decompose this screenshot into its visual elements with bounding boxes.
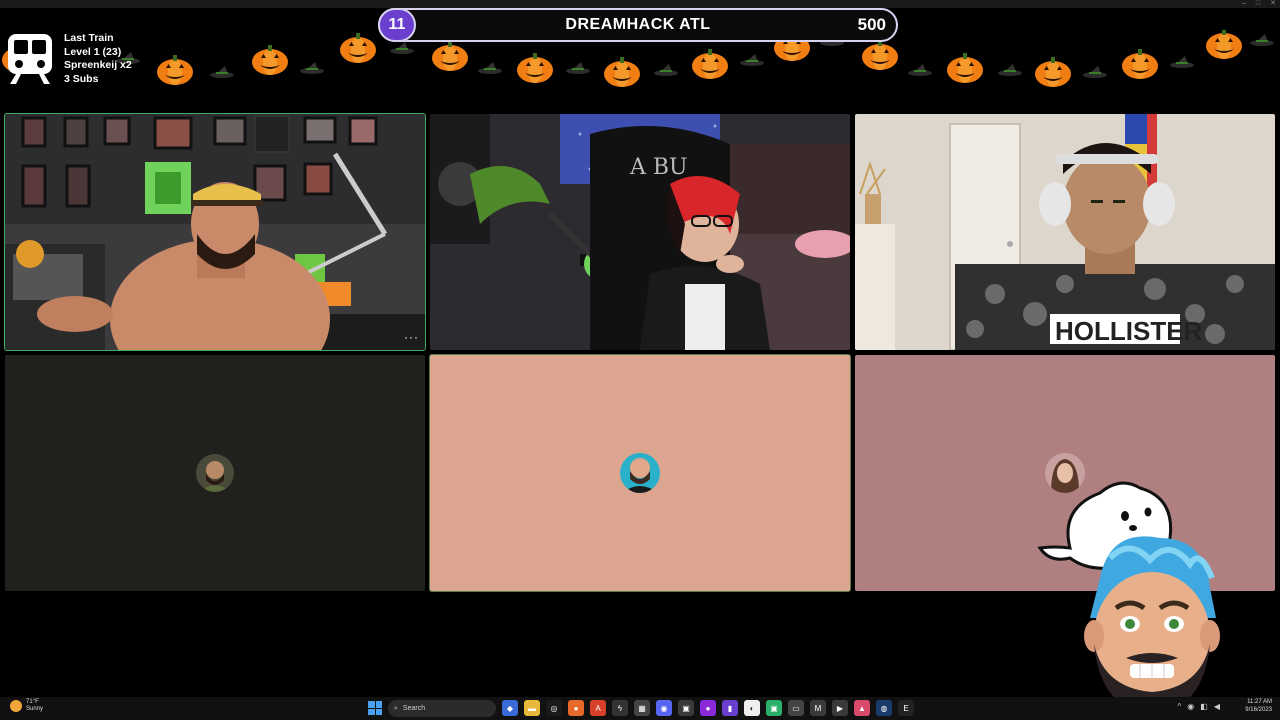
system-tray: ^ ◉ ◧ ◀ [1178,702,1220,711]
chrome-icon[interactable]: ◐ [744,700,760,716]
participant-2-video[interactable]: A BU [430,114,850,350]
participant-4-avatar[interactable] [5,355,425,591]
mic-icon[interactable]: ◉ [1187,702,1194,711]
avatar [196,454,234,492]
volume-icon[interactable]: ◀ [1214,702,1220,711]
close-button[interactable]: ✕ [1270,0,1276,8]
network-icon[interactable]: ◧ [1200,702,1208,711]
banner-title: DREAMHACK ATL [565,16,711,33]
maximize-button[interactable]: □ [1256,0,1260,8]
taskbar: 71°F Sunny ⌕ Search ◆ ▬ ◎ ● A ϟ ▦ ◉ ▣ ● … [0,697,1280,720]
participant-5-avatar[interactable] [429,354,851,592]
event-banner: 11 DREAMHACK ATL 500 [378,8,898,42]
train-title: Last Train [64,32,114,44]
app-purple-icon[interactable]: ● [700,700,716,716]
app-bolt-icon[interactable]: ϟ [612,700,628,716]
store-icon[interactable]: ▣ [678,700,694,716]
app-monitor-icon[interactable]: ▭ [788,700,804,716]
clock-date: 9/16/2023 [1245,707,1272,713]
obs-icon[interactable]: ◎ [546,700,562,716]
minimize-button[interactable]: – [1242,0,1246,8]
search-placeholder: Search [402,705,426,712]
taskbar-apps: ◆ ▬ ◎ ● A ϟ ▦ ◉ ▣ ● ▮ ◐ ▣ ▭ M ▶ ▲ ◍ E [502,700,914,716]
weather-desc: Sunny [26,706,44,712]
participant-1-video[interactable]: ··· [4,113,426,351]
twitch-icon[interactable]: ▮ [722,700,738,716]
file-explorer-icon[interactable]: ▬ [524,700,540,716]
epic-icon[interactable]: E [898,700,914,716]
train-subs: 3 Subs [64,72,99,85]
discord-icon[interactable]: ◉ [656,700,672,716]
app-grid-icon[interactable]: ▦ [634,700,650,716]
search-icon: ⌕ [394,704,398,712]
sun-icon [10,700,22,712]
media-icon[interactable]: ▶ [832,700,848,716]
copilot-icon[interactable]: ◆ [502,700,518,716]
window-controls: – □ ✕ [1242,0,1276,8]
clock-time: 11:27 AM [1247,699,1272,705]
weather-widget[interactable]: 71°F Sunny [10,699,43,713]
participant-3-video[interactable]: HOLLISTER [855,114,1275,350]
steam-icon[interactable]: ◍ [876,700,892,716]
start-button[interactable] [368,701,382,715]
train-contributor: Spreenkeij x2 [64,59,132,71]
app-a-icon[interactable]: A [590,700,606,716]
svg-text:A BU: A BU [629,155,688,180]
app-red-icon[interactable]: ▲ [854,700,870,716]
app-m-icon[interactable]: M [810,700,826,716]
more-options-icon[interactable]: ··· [404,330,419,344]
hype-train-widget: Last Train Level 1 (23) Spreenkeij x2 3 … [6,32,132,86]
banner-score: 500 [857,15,886,34]
taskbar-clock[interactable]: 11:27 AM 9/16/2023 [1245,698,1272,714]
chevron-up-icon[interactable]: ^ [1178,702,1182,711]
train-level: Level 1 (23) [64,45,122,58]
memoji-overlay [1037,481,1220,718]
firefox-icon[interactable]: ● [568,700,584,716]
avatar [620,453,660,493]
app-green-icon[interactable]: ▣ [766,700,782,716]
weather-temp: 71°F [26,699,39,705]
svg-text:HOLLISTER: HOLLISTER [1055,316,1203,346]
window-titlebar [0,0,1280,8]
taskbar-search[interactable]: ⌕ Search [388,700,496,717]
train-icon [6,32,54,86]
